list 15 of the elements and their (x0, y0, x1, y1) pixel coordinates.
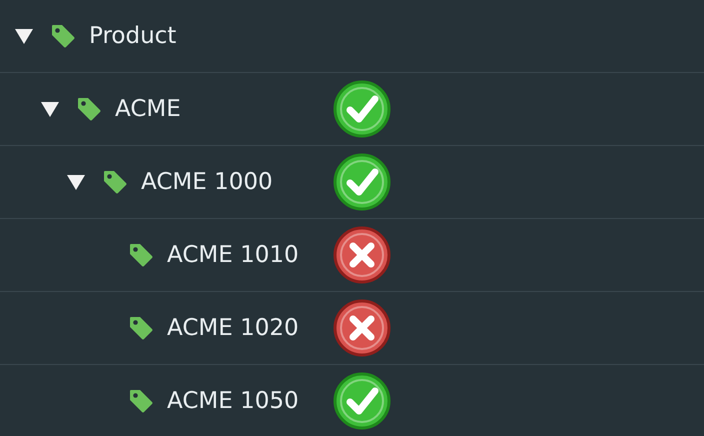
tree-item-label[interactable]: Product (89, 23, 176, 49)
tag-icon (76, 96, 102, 122)
collapse-arrow-icon[interactable] (66, 173, 86, 191)
tree-item-label[interactable]: ACME 1020 (167, 315, 299, 341)
tree-item-label[interactable]: ACME (115, 96, 181, 122)
tree-item-label[interactable]: ACME 1010 (167, 242, 299, 268)
tree-item-label[interactable]: ACME 1050 (167, 388, 299, 414)
tag-icon (102, 169, 128, 195)
tag-icon (128, 315, 154, 341)
tree-item-label[interactable]: ACME 1000 (141, 169, 273, 195)
tag-icon (128, 242, 154, 268)
collapse-arrow-icon[interactable] (14, 27, 34, 45)
tag-icon (128, 388, 154, 414)
collapse-arrow-icon[interactable] (40, 100, 60, 118)
tag-icon (50, 23, 76, 49)
